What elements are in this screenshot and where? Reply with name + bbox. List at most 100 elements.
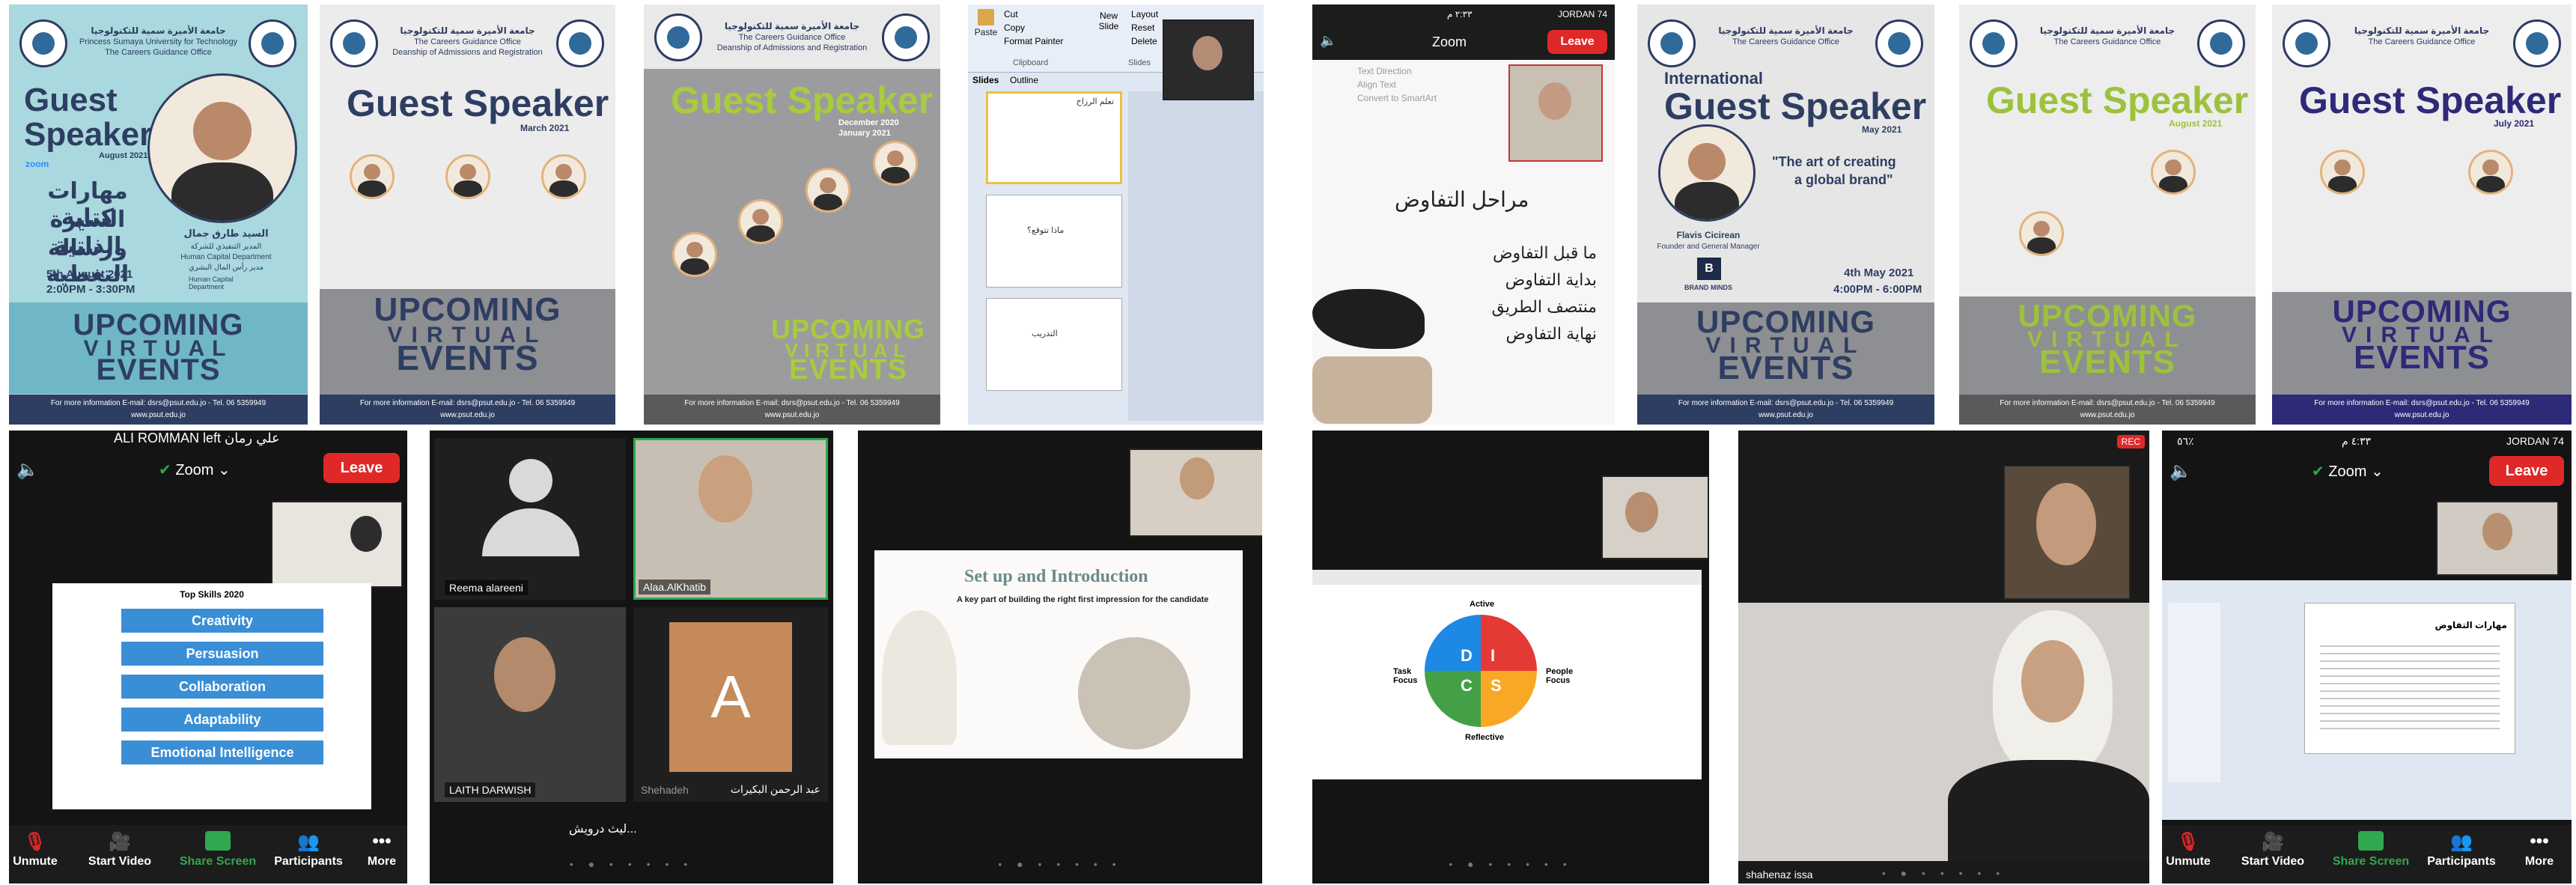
- skill-item: Emotional Intelligence: [121, 740, 323, 764]
- participants-button[interactable]: 👥 Participants: [2423, 831, 2500, 869]
- zoom-toolbar: 🎙 Unmute 🎥 Start Video Share Screen 👥 Parti…: [2162, 825, 2572, 884]
- carrier: JORDAN 74: [1557, 9, 1607, 19]
- format-painter-button[interactable]: Format Painter: [1004, 36, 1063, 46]
- mic-muted-icon: 🎙: [2176, 832, 2200, 852]
- speaker-clothing: [1948, 760, 2149, 861]
- uni-name-en: Princess Sumaya University for Technolog…: [79, 37, 238, 46]
- page-dots[interactable]: • ● • • • • •: [858, 858, 1262, 870]
- poster-date: August 2021: [99, 151, 148, 160]
- share-screen-button[interactable]: Share Screen: [2330, 831, 2412, 869]
- video-off-icon: 🎥: [109, 832, 131, 852]
- start-video-button[interactable]: 🎥 Start Video: [2234, 831, 2312, 869]
- brand-name: BRAND MINDS: [1684, 284, 1732, 291]
- zoom-app-label[interactable]: ✔ Zoom ⌄: [2312, 462, 2384, 481]
- uni-name-ar: جامعة الأميرة سمية للتكنولوجيا: [2039, 25, 2175, 36]
- layout-button[interactable]: Layout: [1131, 9, 1158, 19]
- speaker-role: Founder and General Manager: [1657, 243, 1760, 251]
- speaker-photo-2: [806, 168, 850, 213]
- zoom-app-label[interactable]: ✔ Zoom ⌄: [159, 460, 231, 479]
- presenter-name: ALI ROMMAN left علي رمان: [114, 431, 280, 445]
- slide3-text: التدريب: [1032, 329, 1058, 338]
- leave-button[interactable]: Leave: [323, 453, 400, 483]
- tab-slides[interactable]: Slides: [972, 75, 999, 85]
- disc-i: I: [1491, 646, 1496, 665]
- uni-name-ar: جامعة الأميرة سمية للتكنولوجيا: [2354, 25, 2490, 36]
- speaker-icon[interactable]: 🔈: [2169, 460, 2192, 482]
- unmute-button[interactable]: 🎙 Unmute: [9, 831, 61, 869]
- shared-slide: Set up and Introduction A key part of bu…: [874, 550, 1243, 758]
- slide-thumb-3[interactable]: التدريب: [986, 298, 1122, 391]
- align-text-menu[interactable]: Align Text: [1357, 79, 1396, 90]
- new-label: New: [1099, 10, 1118, 21]
- shared-slide: Top Skills 2020 Creativity Persuasion Co…: [52, 583, 371, 809]
- tab-outline[interactable]: Outline: [1010, 75, 1038, 85]
- disc-people-label: People Focus: [1546, 667, 1574, 685]
- rec-badge: REC: [2116, 435, 2145, 448]
- speaker-photo-2: [2019, 211, 2064, 256]
- speaker-icon[interactable]: 🔈: [16, 459, 39, 481]
- share-screen-button[interactable]: Share Screen: [177, 831, 259, 869]
- copy-button[interactable]: Copy: [1004, 22, 1025, 33]
- slide-thumb-2[interactable]: ماذا تتوقع؟: [986, 195, 1122, 288]
- quote-line-2: a global brand": [1794, 172, 1893, 187]
- chevron-down-icon: ⌄: [213, 462, 231, 478]
- events-text: EVENTS: [2353, 339, 2491, 376]
- paste-button[interactable]: Paste: [972, 7, 999, 42]
- guest-speaker-title: Guest Speaker: [1986, 79, 2249, 121]
- start-video-button[interactable]: 🎥 Start Video: [81, 831, 159, 869]
- tile-reema[interactable]: Reema alareeni: [434, 438, 626, 600]
- leave-button[interactable]: Leave: [2489, 456, 2564, 486]
- slide-title-ar: مهارات التفاوض: [2435, 620, 2507, 630]
- video-off-icon: 🎥: [2262, 832, 2284, 852]
- skill-item: Creativity: [121, 609, 323, 633]
- guest-speaker-title: Guest Speaker: [1664, 85, 1927, 127]
- page-dots[interactable]: • ● • • • • •: [1738, 867, 2149, 879]
- participants-button[interactable]: 👥 Participants: [270, 831, 347, 869]
- chevron-down-icon: ⌄: [2366, 463, 2384, 480]
- new-slide-button[interactable]: New Slide: [1094, 10, 1124, 31]
- main-slide-area: [1128, 91, 1264, 421]
- page-dots[interactable]: • ● • • • • •: [1312, 858, 1709, 870]
- poster-date: May 2021: [1862, 124, 1902, 135]
- events-text: EVENTS: [96, 353, 221, 386]
- text-direction-menu[interactable]: Text Direction: [1357, 66, 1412, 76]
- unmute-button[interactable]: 🎙 Unmute: [2162, 831, 2214, 869]
- footer-info: For more information E-mail: dsrs@psut.e…: [359, 399, 576, 407]
- slide-thumb-1[interactable]: تعلم الرزاح: [986, 91, 1122, 184]
- participant-name-ar: عبد الرحمن البكيرات: [730, 783, 820, 795]
- speaker-name-ar: السيد طارق جمال: [183, 228, 269, 239]
- zoom-app-label[interactable]: Zoom: [1432, 34, 1467, 50]
- cut-button[interactable]: Cut: [1004, 9, 1018, 19]
- speaker-face: [2021, 640, 2084, 723]
- office-name: The Careers Guidance Office: [1732, 37, 1839, 46]
- leave-button[interactable]: Leave: [1547, 30, 1607, 54]
- more-button[interactable]: ••• More: [361, 831, 403, 869]
- footer-web: www.psut.edu.jo: [440, 411, 495, 419]
- uni-name-ar: جامعة الأميرة سمية للتكنولوجيا: [1718, 25, 1854, 36]
- stage-item: بداية التفاوض: [1505, 270, 1597, 289]
- deanship-name: Deanship of Admissions and Registration: [716, 43, 868, 52]
- tile-alaa[interactable]: Alaa.AlKhatib: [633, 438, 828, 600]
- page-dots[interactable]: • ● • • • • •: [430, 858, 833, 870]
- zoom-header: 🔈 Zoom Leave: [1312, 24, 1615, 60]
- poster-date: March 2021: [520, 123, 570, 133]
- tile-letter[interactable]: A Shehadeh عبد الرحمن البكيرات: [633, 607, 828, 802]
- skill-item: Collaboration: [121, 675, 323, 699]
- office-name: The Careers Guidance Office: [738, 33, 846, 42]
- delete-button[interactable]: Delete: [1131, 36, 1157, 46]
- tile-laith[interactable]: LAITH DARWISH: [434, 607, 626, 802]
- guest-speaker-title: Guest Speaker: [671, 79, 934, 121]
- zoom-negotiation-skills: ٥٦٪ ٤:٣٣ م JORDAN 74 🔈 ✔ Zoom ⌄ Leave مه…: [2162, 431, 2572, 884]
- convert-smartart-menu[interactable]: Convert to SmartArt: [1357, 93, 1437, 103]
- office-name: The Careers Guidance Office: [105, 48, 212, 57]
- more-button[interactable]: ••• More: [2518, 831, 2560, 869]
- reset-button[interactable]: Reset: [1131, 22, 1154, 33]
- avatar-placeholder-icon: [482, 459, 579, 556]
- share-screen-icon: [2358, 831, 2384, 851]
- battery-level: ٥٦٪: [2177, 435, 2194, 447]
- more-icon: •••: [2530, 831, 2549, 851]
- speaker-icon[interactable]: 🔈: [1320, 33, 1336, 49]
- presenter-video: [2436, 501, 2559, 576]
- poster-cv-writing: جامعة الأميرة سمية للتكنولوجيا Princess …: [9, 4, 308, 425]
- participant-video: [1508, 64, 1603, 162]
